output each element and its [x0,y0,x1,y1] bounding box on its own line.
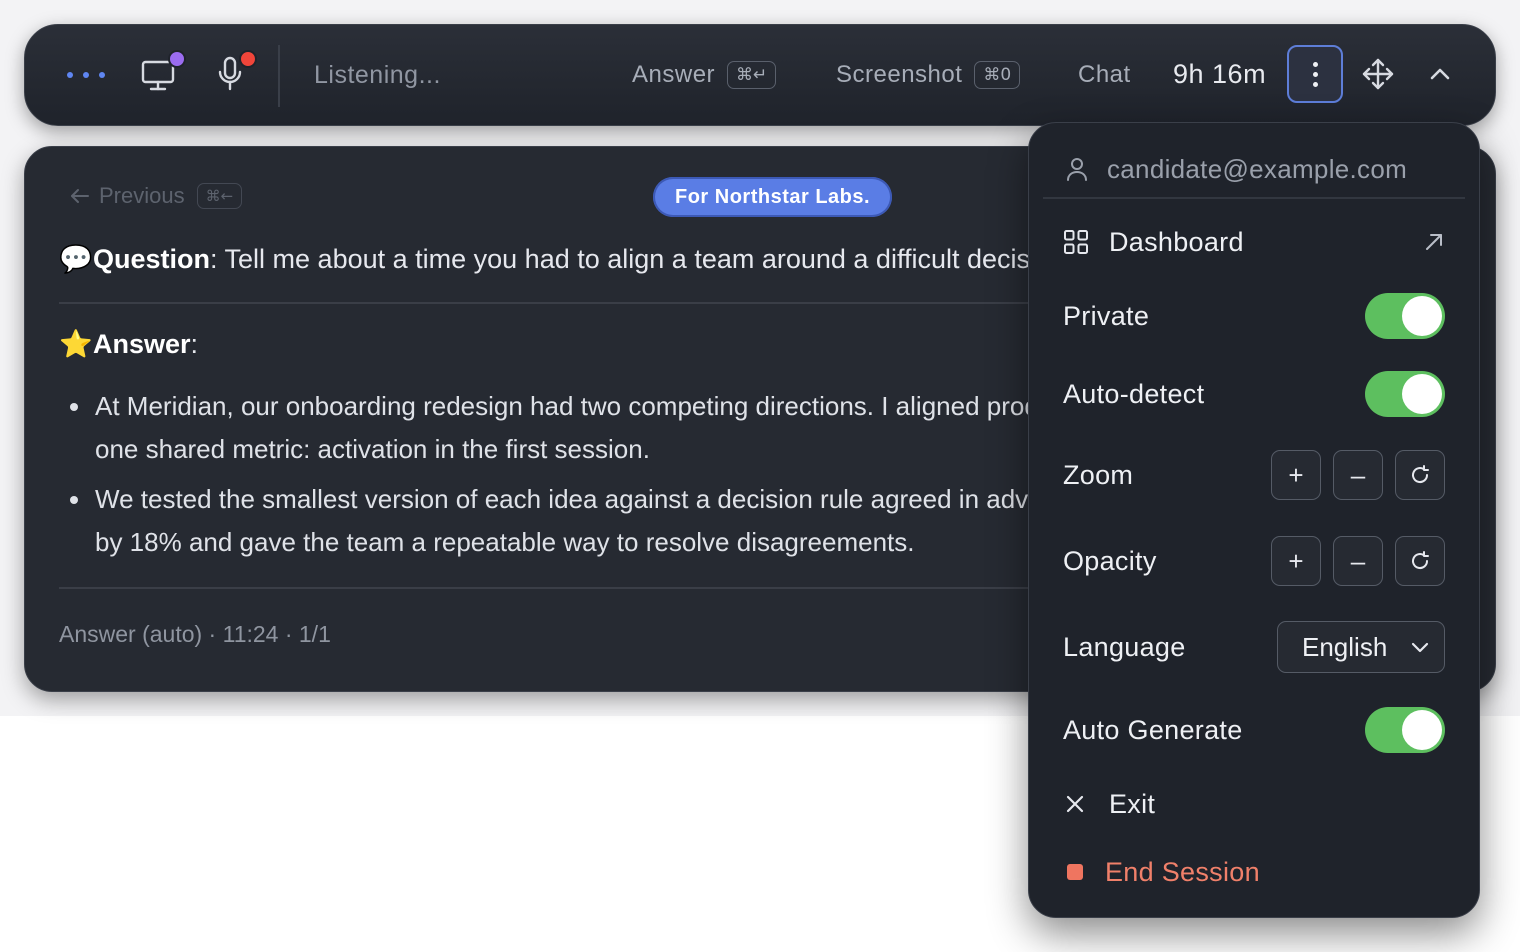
mic-recording-dot [239,50,257,68]
chat-button[interactable]: Chat [1078,61,1131,89]
previous-button[interactable]: Previous ⌘← [69,183,243,209]
refresh-icon [1412,551,1429,570]
private-label: Private [1063,300,1150,331]
account-row: candidate@example.com [1065,151,1445,187]
auto-generate-toggle[interactable] [1365,707,1445,753]
arrow-left-icon [71,189,89,203]
auto-detect-toggle[interactable] [1365,371,1445,417]
language-row: Language English [1063,621,1445,673]
private-toggle[interactable] [1365,293,1445,339]
toolbar-divider [278,45,280,107]
language-value: English [1302,631,1388,662]
zoom-in-button[interactable]: + [1271,450,1321,500]
answer-shortcut: ⌘↵ [727,61,777,89]
more-dots-icon[interactable] [67,61,105,89]
language-select[interactable]: English [1277,621,1445,673]
answer-heading: ⭐Answer: [59,328,198,360]
menu-divider [1043,197,1465,199]
question-label: Question [93,244,211,274]
question-text: : Tell me about a time you had to align … [210,244,1074,274]
exit-label: Exit [1109,788,1156,819]
screenshot-shortcut: ⌘0 [974,61,1021,89]
opacity-label: Opacity [1063,545,1157,576]
user-icon [1067,158,1087,181]
answer-label: Answer [632,61,716,88]
move-icon[interactable] [1361,57,1395,91]
refresh-icon [1412,465,1429,484]
previous-shortcut: ⌘← [196,183,243,209]
chevron-down-icon [1411,642,1429,653]
opacity-increase-button[interactable]: + [1271,536,1321,586]
listening-status: Listening... [314,61,441,89]
auto-generate-label: Auto Generate [1063,714,1243,745]
auto-detect-row: Auto-detect [1063,371,1445,417]
answer-meta: Answer (auto) · 11:24 · 1/1 [59,621,331,647]
speech-bubble-icon: 💬 [59,244,93,274]
close-icon [1066,795,1084,813]
opacity-row: Opacity + – [1063,535,1445,587]
opacity-decrease-button[interactable]: – [1333,536,1383,586]
end-session-button[interactable]: End Session [1063,853,1445,891]
question-line: 💬Question: Tell me about a time you had … [59,243,1074,275]
settings-menu: candidate@example.com Dashboard Private … [1028,122,1480,918]
chevron-up-icon[interactable] [1427,63,1453,85]
dashboard-label: Dashboard [1109,226,1244,257]
stop-icon [1067,864,1083,880]
screenshot-button[interactable]: Screenshot ⌘0 [836,61,1021,89]
zoom-label: Zoom [1063,459,1134,490]
dashboard-link[interactable]: Dashboard [1063,223,1445,261]
opacity-reset-button[interactable] [1395,536,1445,586]
zoom-row: Zoom + – [1063,449,1445,501]
star-icon: ⭐ [59,329,93,359]
company-badge: For Northstar Labs. [653,177,893,217]
account-email: candidate@example.com [1107,153,1408,184]
session-timer: 9h 16m [1173,59,1267,89]
previous-label: Previous [99,183,185,208]
screen-status-dot [168,50,186,68]
private-row: Private [1063,293,1445,339]
control-bar: Listening... Answer ⌘↵ Screenshot ⌘0 Cha… [24,24,1496,126]
vertical-dots-icon[interactable] [1287,45,1343,103]
auto-detect-label: Auto-detect [1063,378,1205,409]
screenshot-label: Screenshot [836,61,963,88]
external-link-icon [1426,234,1442,250]
auto-generate-row: Auto Generate [1063,707,1445,753]
zoom-reset-button[interactable] [1395,450,1445,500]
end-session-label: End Session [1105,856,1260,887]
grid-icon [1064,230,1088,254]
exit-button[interactable]: Exit [1063,785,1445,823]
language-label: Language [1063,631,1186,662]
zoom-out-button[interactable]: – [1333,450,1383,500]
answer-heading-colon: : [190,329,199,359]
answer-button[interactable]: Answer ⌘↵ [632,61,777,89]
answer-heading-label: Answer [93,329,191,359]
